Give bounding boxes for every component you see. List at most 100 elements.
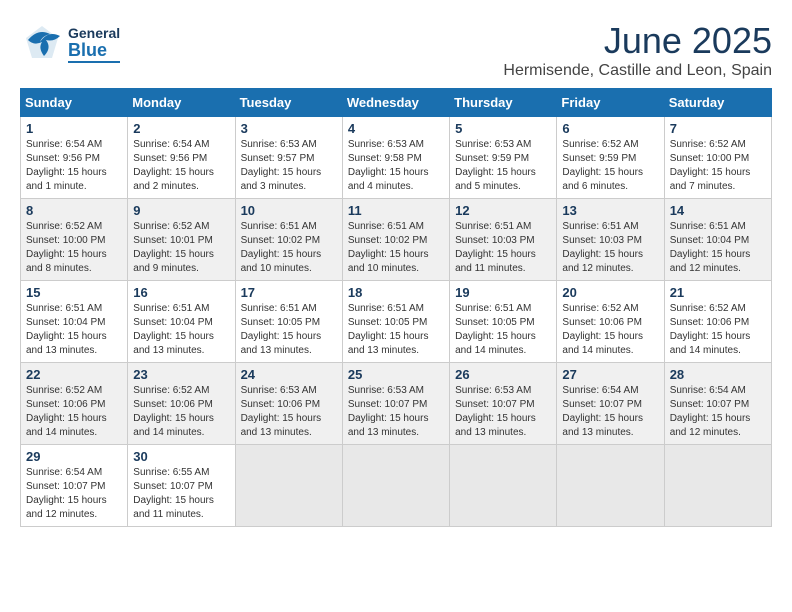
calendar-day-cell: 23Sunrise: 6:52 AMSunset: 10:06 PMDaylig… [128, 363, 235, 445]
logo: General Blue [20, 20, 120, 69]
day-info: Sunrise: 6:51 AMSunset: 10:02 PMDaylight… [348, 220, 444, 276]
calendar-day-cell: 5Sunrise: 6:53 AMSunset: 9:59 PMDaylight… [450, 117, 557, 199]
day-number: 4 [348, 121, 444, 136]
daylight-text: Daylight: 15 hours and 13 minutes. [241, 413, 322, 438]
day-number: 9 [133, 203, 229, 218]
sunset-text: Sunset: 9:56 PM [26, 153, 100, 164]
day-number: 18 [348, 285, 444, 300]
day-info: Sunrise: 6:52 AMSunset: 10:06 PMDaylight… [26, 384, 122, 440]
daylight-text: Daylight: 15 hours and 13 minutes. [241, 331, 322, 356]
calendar-day-cell: 1Sunrise: 6:54 AMSunset: 9:56 PMDaylight… [21, 117, 128, 199]
day-info: Sunrise: 6:53 AMSunset: 10:07 PMDaylight… [348, 384, 444, 440]
day-number: 14 [670, 203, 766, 218]
daylight-text: Daylight: 15 hours and 12 minutes. [670, 413, 751, 438]
calendar-day-cell: 13Sunrise: 6:51 AMSunset: 10:03 PMDaylig… [557, 199, 664, 281]
sunset-text: Sunset: 10:06 PM [133, 399, 213, 410]
daylight-text: Daylight: 15 hours and 3 minutes. [241, 167, 322, 192]
sunrise-text: Sunrise: 6:52 AM [26, 221, 102, 232]
sunrise-text: Sunrise: 6:51 AM [562, 221, 638, 232]
calendar-header-row: SundayMondayTuesdayWednesdayThursdayFrid… [21, 89, 772, 117]
calendar-table: SundayMondayTuesdayWednesdayThursdayFrid… [20, 88, 772, 527]
sunset-text: Sunset: 10:06 PM [241, 399, 321, 410]
day-info: Sunrise: 6:54 AMSunset: 10:07 PMDaylight… [670, 384, 766, 440]
day-info: Sunrise: 6:53 AMSunset: 10:06 PMDaylight… [241, 384, 337, 440]
day-info: Sunrise: 6:54 AMSunset: 10:07 PMDaylight… [562, 384, 658, 440]
daylight-text: Daylight: 15 hours and 9 minutes. [133, 249, 214, 274]
calendar-day-cell: 18 Sunrise: 6:51 AMSunset: 10:05 PMDaylig… [342, 281, 449, 363]
day-info: Sunrise: 6:51 AM Sunset: 10:05 PM Daylight… [455, 302, 551, 358]
sunset-text: Sunset: 10:06 PM [562, 317, 642, 328]
sunrise-text: Sunrise: 6:51 AM [26, 303, 102, 314]
day-info: Sunrise: 6:51 AMSunset: 10:03 PMDaylight… [562, 220, 658, 276]
day-info: Sunrise: 6:52 AMSunset: 10:06 PMDaylight… [133, 384, 229, 440]
calendar-day-cell: 28 Sunrise: 6:54 AMSunset: 10:07 PMDaylig… [664, 363, 771, 445]
day-info: Sunrise: 6:51 AM Sunset: 10:04 PM Daylight… [26, 302, 122, 358]
sunset-text: Sunset: 10:06 PM [26, 399, 106, 410]
sunset-text: Sunset: 10:02 PM [348, 235, 428, 246]
sunrise-text: Sunrise: 6:53 AM [455, 385, 531, 396]
sunrise-text: Sunrise: 6:53 AM [241, 139, 317, 150]
day-info: Sunrise: 6:52 AMSunset: 10:06 PMDaylight… [670, 302, 766, 358]
day-number: 8 [26, 203, 122, 218]
daylight-text: Daylight: 15 hours and 13 minutes. [26, 331, 107, 356]
day-number: 22 [26, 367, 122, 382]
sunset-text: Sunset: 10:05 PM [455, 317, 535, 328]
calendar-day-cell: 22 Sunrise: 6:52 AMSunset: 10:06 PMDaylig… [21, 363, 128, 445]
calendar-day-cell: 8 Sunrise: 6:52 AMSunset: 10:00 PMDayligh… [21, 199, 128, 281]
calendar-day-cell: 29Sunrise: 6:54 AMSunset: 10:07 PMDaylig… [21, 445, 128, 527]
sunset-text: Sunset: 10:01 PM [133, 235, 213, 246]
daylight-text: Daylight: 15 hours and 13 minutes. [133, 331, 214, 356]
day-number: 29 [26, 449, 122, 464]
sunrise-text: Sunrise: 6:53 AM [348, 385, 424, 396]
daylight-text: Daylight: 15 hours and 11 minutes. [455, 249, 536, 274]
calendar-day-header: Friday [557, 89, 664, 117]
page-container: General Blue June 2025 Hermisende, Casti… [20, 20, 772, 527]
calendar-week-row: 8 Sunrise: 6:52 AMSunset: 10:00 PMDayligh… [21, 199, 772, 281]
day-info: Sunrise: 6:52 AMSunset: 10:00 PMDaylight… [26, 220, 122, 276]
daylight-text: Daylight: 15 hours and 12 minutes. [26, 495, 107, 520]
sunrise-text: Sunrise: 6:51 AM [455, 221, 531, 232]
calendar-week-row: 29Sunrise: 6:54 AMSunset: 10:07 PMDaylig… [21, 445, 772, 527]
day-info: Sunrise: 6:51 AMSunset: 10:04 PMDaylight… [670, 220, 766, 276]
daylight-text: Daylight: 15 hours and 4 minutes. [348, 167, 429, 192]
calendar-day-cell: 6Sunrise: 6:52 AMSunset: 9:59 PMDaylight… [557, 117, 664, 199]
day-info: Sunrise: 6:52 AMSunset: 10:01 PMDaylight… [133, 220, 229, 276]
day-number: 25 [348, 367, 444, 382]
day-info: Sunrise: 6:53 AMSunset: 10:07 PMDaylight… [455, 384, 551, 440]
day-number: 11 [348, 203, 444, 218]
sunset-text: Sunset: 9:59 PM [455, 153, 529, 164]
logo-words: General Blue [68, 26, 120, 63]
daylight-text: Daylight: 15 hours and 6 minutes. [562, 167, 643, 192]
sunrise-text: Sunrise: 6:51 AM [241, 303, 317, 314]
sunset-text: Sunset: 10:07 PM [562, 399, 642, 410]
day-info: Sunrise: 6:51 AMSunset: 10:05 PMDaylight… [348, 302, 444, 358]
calendar-day-cell: 20Sunrise: 6:52 AMSunset: 10:06 PMDaylig… [557, 281, 664, 363]
daylight-text: Daylight: 15 hours and 14 minutes. [455, 331, 536, 356]
calendar-day-cell: 7 Sunrise: 6:52 AMSunset: 10:00 PMDayligh… [664, 117, 771, 199]
calendar-day-cell: 21Sunrise: 6:52 AMSunset: 10:06 PMDaylig… [664, 281, 771, 363]
calendar-day-cell: 19Sunrise: 6:51 AMSunset: 10:05 PMDaylig… [450, 281, 557, 363]
calendar-day-cell: 9 Sunrise: 6:52 AMSunset: 10:01 PMDayligh… [128, 199, 235, 281]
day-number: 27 [562, 367, 658, 382]
day-number: 28 [670, 367, 766, 382]
calendar-day-cell [342, 445, 449, 527]
day-info: Sunrise: 6:51 AMSunset: 10:03 PMDaylight… [455, 220, 551, 276]
daylight-text: Daylight: 15 hours and 11 minutes. [133, 495, 214, 520]
sunset-text: Sunset: 10:03 PM [562, 235, 642, 246]
daylight-text: Daylight: 15 hours and 10 minutes. [348, 249, 429, 274]
title-area: June 2025 Hermisende, Castille and Leon,… [503, 20, 772, 80]
day-number: 7 [670, 121, 766, 136]
sunrise-text: Sunrise: 6:51 AM [455, 303, 531, 314]
sunset-text: Sunset: 10:04 PM [26, 317, 106, 328]
sunrise-text: Sunrise: 6:54 AM [26, 139, 102, 150]
sunrise-text: Sunrise: 6:55 AM [133, 467, 209, 478]
day-info: Sunrise: 6:51 AMSunset: 10:05 PMDaylight… [241, 302, 337, 358]
calendar-day-cell: 24Sunrise: 6:53 AMSunset: 10:06 PMDaylig… [235, 363, 342, 445]
logo-underline [68, 61, 120, 63]
month-title: June 2025 [503, 20, 772, 62]
sunrise-text: Sunrise: 6:54 AM [26, 467, 102, 478]
logo-general-text: General [68, 26, 120, 41]
day-number: 13 [562, 203, 658, 218]
day-info: Sunrise: 6:52 AMSunset: 10:00 PMDaylight… [670, 138, 766, 194]
calendar-day-cell: 11 Sunrise: 6:51 AMSunset: 10:02 PMDaylig… [342, 199, 449, 281]
